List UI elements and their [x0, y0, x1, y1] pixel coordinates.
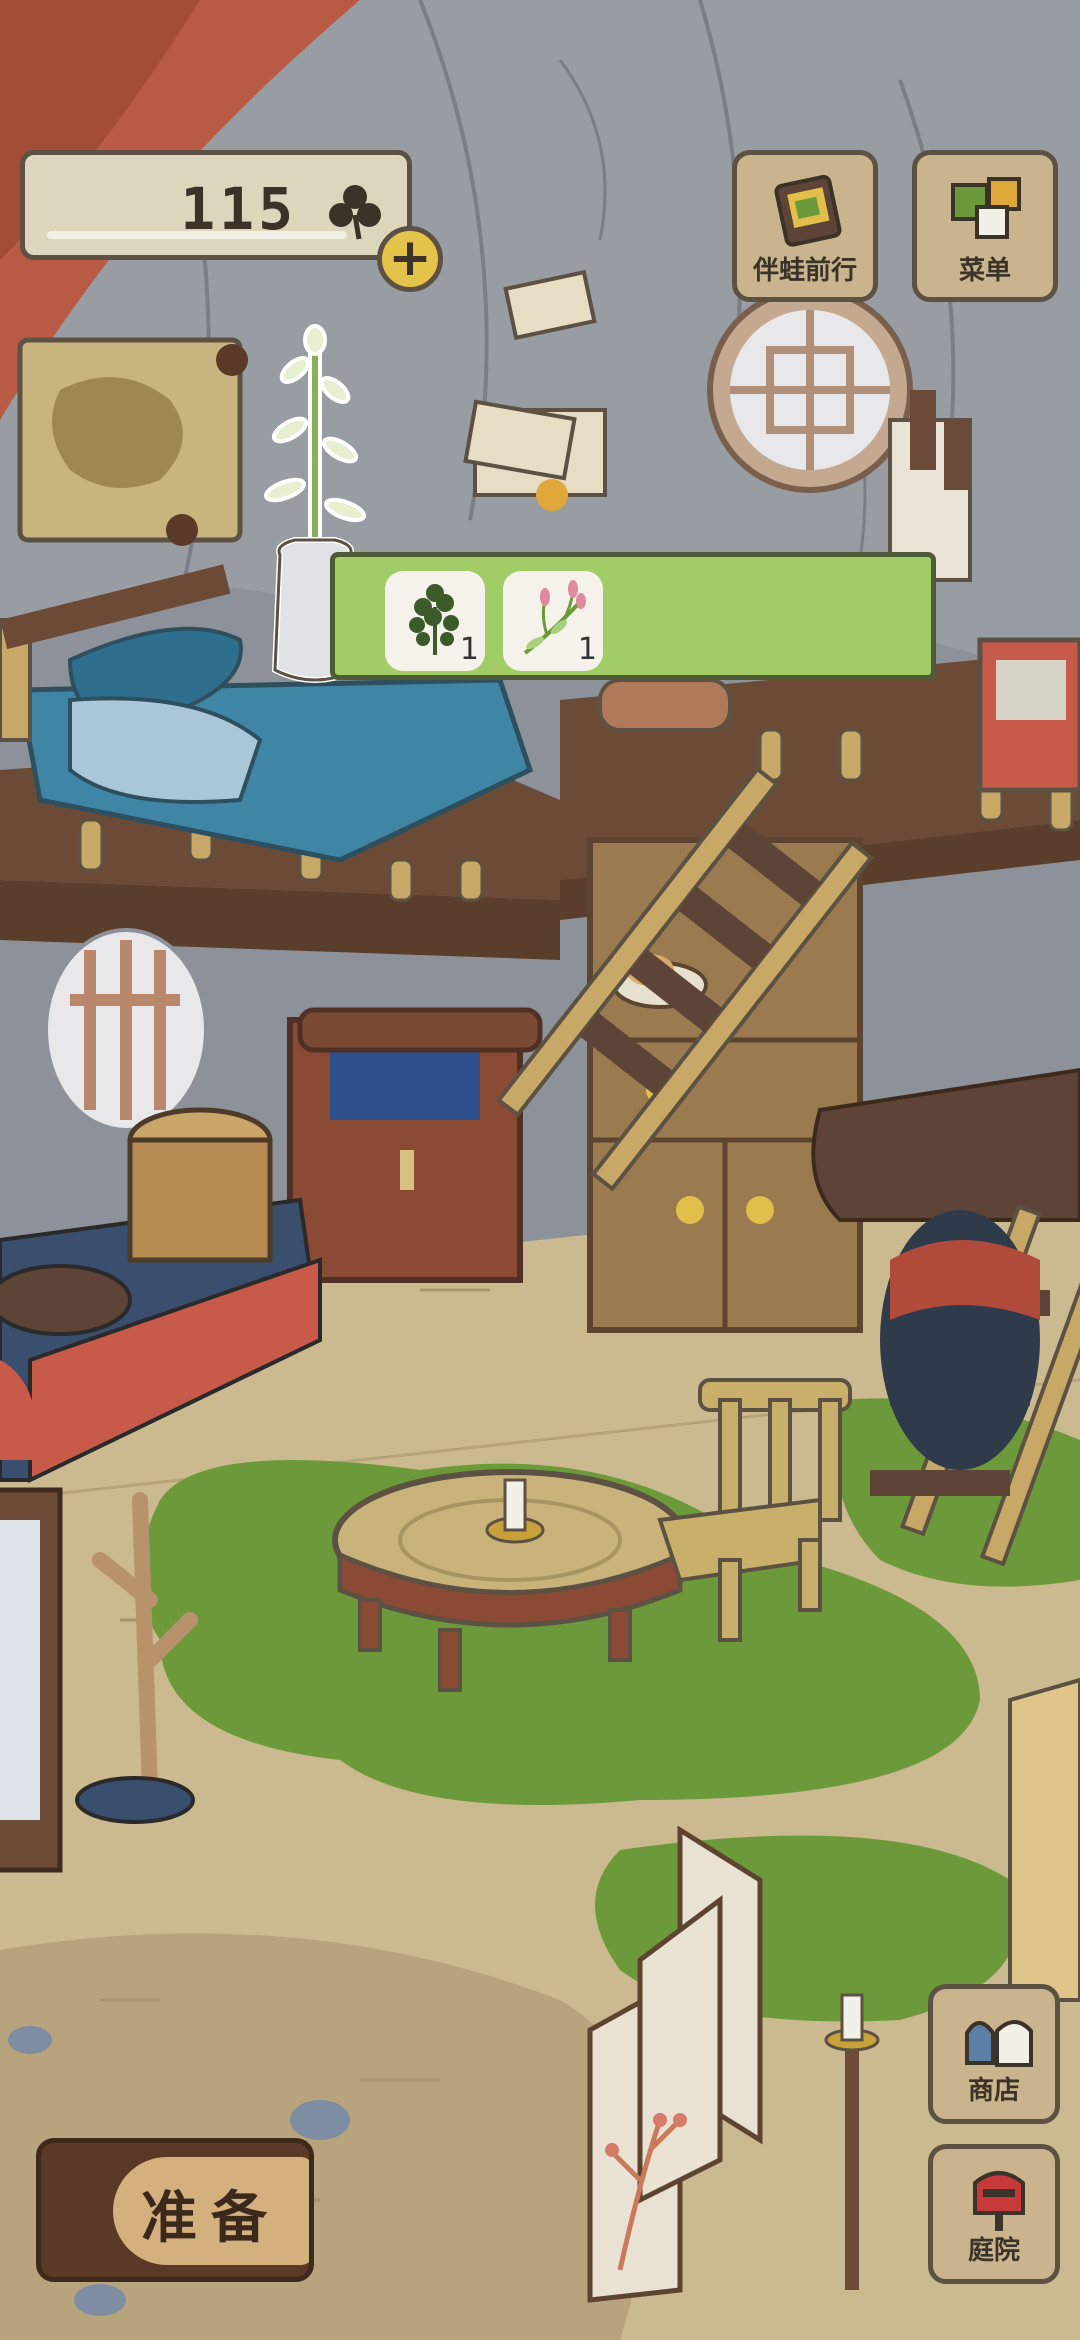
- clover-counter: 115: [20, 150, 412, 260]
- travel-journal-button[interactable]: 伴蛙前行: [732, 150, 878, 302]
- menu-label: 菜单: [958, 256, 1011, 286]
- add-clover-button[interactable]: +: [377, 226, 443, 292]
- journal-icon: [774, 174, 842, 247]
- prepare-label: 准备: [141, 2186, 281, 2251]
- garden-button[interactable]: 庭院: [928, 2144, 1060, 2284]
- clover-count: 115: [180, 175, 297, 243]
- room-scene: [0, 0, 1080, 2340]
- plus-icon: +: [388, 228, 432, 288]
- mailbox-icon: [973, 2171, 1025, 2231]
- item-count: 1: [459, 632, 479, 667]
- item-count: 1: [577, 632, 597, 667]
- garden-label: 庭院: [967, 2236, 1020, 2266]
- item-slot[interactable]: 1: [385, 571, 485, 671]
- menu-button[interactable]: 菜单: [912, 150, 1058, 302]
- shop-bags-icon: [965, 2020, 1033, 2067]
- shop-button[interactable]: 商店: [928, 1984, 1060, 2124]
- clover-icon: [329, 185, 381, 240]
- prepare-button[interactable]: 准备: [36, 2138, 314, 2282]
- menu-cards-icon: [951, 177, 1021, 239]
- item-bar: 1 1: [330, 552, 936, 680]
- travel-journal-label: 伴蛙前行: [752, 256, 857, 286]
- item-slot[interactable]: 1: [503, 571, 603, 671]
- shop-label: 商店: [967, 2076, 1020, 2106]
